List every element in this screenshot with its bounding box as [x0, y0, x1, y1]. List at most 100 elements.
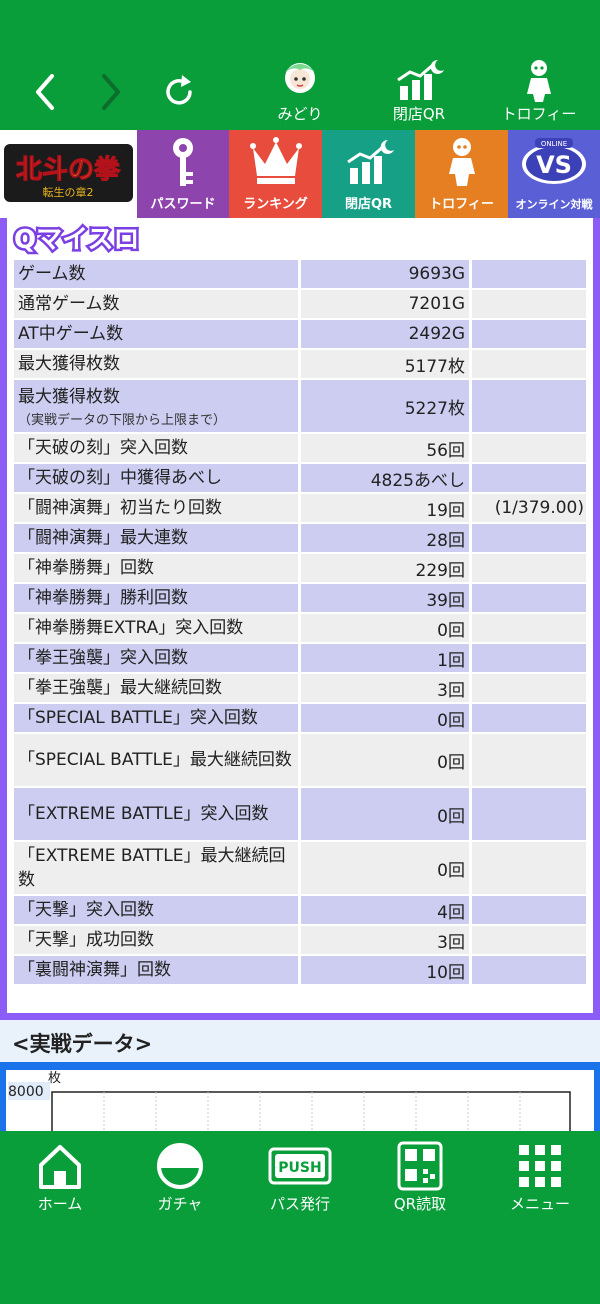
stat-value: 3回: [301, 926, 469, 954]
stat-label: 「SPECIAL BATTLE」最大継続回数: [18, 750, 292, 770]
stat-extra: [472, 434, 586, 462]
stat-extra: [472, 260, 586, 288]
stat-value: 3回: [301, 674, 469, 702]
stat-value: 56回: [301, 434, 469, 462]
stat-label: 「天撃」突入回数: [18, 900, 154, 920]
back-button[interactable]: [28, 70, 64, 114]
stat-label: 「天撃」成功回数: [18, 930, 154, 950]
chevron-left-icon: [36, 74, 54, 110]
trophy-figure-icon: [448, 138, 475, 186]
trophy-top-button[interactable]: トロフィー: [484, 58, 594, 126]
forward-button[interactable]: [92, 70, 128, 114]
closing-qr-top-label: 閉店QR: [392, 105, 446, 123]
chevron-right-icon: [102, 74, 120, 110]
vs-badge-icon: VS ONLINE: [522, 138, 586, 184]
stat-label-cell: 「EXTREME BATTLE」突入回数: [14, 788, 298, 840]
stat-label-cell: 最大獲得枚数 （実戦データの下限から上限まで）: [14, 380, 298, 432]
category-password-label: パスワード: [150, 197, 216, 212]
category-password[interactable]: パスワード: [137, 130, 229, 220]
stat-row: 「神拳勝舞EXTRA」突入回数 0回: [14, 614, 586, 642]
category-closing-qr[interactable]: 閉店QR: [322, 130, 415, 220]
qmyslo-logo: Qマイスロ: [10, 218, 160, 258]
stat-label: 「拳王強襲」最大継続回数: [18, 678, 222, 698]
trophy-figure-icon: [527, 60, 551, 102]
stat-row: 「闘神演舞」最大連数 28回: [14, 524, 586, 552]
stat-value: 10回: [301, 956, 469, 984]
stat-row: 「神拳勝舞」回数 229回: [14, 554, 586, 582]
category-ranking[interactable]: ランキング: [229, 130, 322, 220]
stat-value: 229回: [301, 554, 469, 582]
stat-row: 最大獲得枚数 5177枚: [14, 350, 586, 378]
gacha-button[interactable]: ガチャ: [125, 1139, 235, 1219]
stat-row: ゲーム数 9693G: [14, 260, 586, 288]
stat-label: 最大獲得枚数: [18, 354, 120, 374]
jissen-chart: 枚 8000: [6, 1070, 594, 1133]
stat-label-cell: 通常ゲーム数: [14, 290, 298, 318]
stat-label-cell: 「神拳勝舞」回数: [14, 554, 298, 582]
stat-extra: [472, 464, 586, 492]
stat-label: 「闘神演舞」初当たり回数: [18, 498, 222, 518]
trophy-top-label: トロフィー: [501, 105, 577, 123]
stat-label-cell: 「SPECIAL BATTLE」最大継続回数: [14, 734, 298, 786]
category-trophy-label: トロフィー: [429, 197, 494, 212]
stat-label-cell: 「裏闘神演舞」回数: [14, 956, 298, 984]
push-pass-icon: PUSH: [268, 1147, 332, 1185]
stat-row: 「SPECIAL BATTLE」突入回数 0回: [14, 704, 586, 732]
qmyslo-logo-icon: Qマイスロ: [12, 223, 142, 258]
jissen-data-title: <実戦データ>: [12, 1032, 153, 1056]
stat-value: 39回: [301, 584, 469, 612]
stat-label: ゲーム数: [18, 264, 86, 284]
crown-icon: [249, 137, 302, 184]
hokuto-logo-icon: 北斗の拳 転生の章2: [4, 144, 133, 202]
stat-label: 「裏闘神演舞」回数: [18, 960, 171, 980]
gacha-label: ガチャ: [157, 1195, 203, 1213]
stat-value: 2492G: [301, 320, 469, 348]
stat-row: 「拳王強襲」突入回数 1回: [14, 644, 586, 672]
qr-code-icon: [397, 1141, 443, 1191]
stat-label-cell: 「天撃」成功回数: [14, 926, 298, 954]
stat-extra: [472, 896, 586, 924]
stat-value: 9693G: [301, 260, 469, 288]
key-icon: [173, 138, 193, 186]
stat-label-cell: 「拳王強襲」突入回数: [14, 644, 298, 672]
stat-extra: [472, 674, 586, 702]
reload-button[interactable]: [160, 70, 200, 114]
stat-row: 「闘神演舞」初当たり回数 19回 (1/379.00): [14, 494, 586, 522]
midori-button[interactable]: みどり: [245, 58, 355, 126]
svg-text:VS: VS: [536, 151, 572, 179]
pass-issue-button[interactable]: PUSH パス発行: [245, 1139, 355, 1219]
stat-extra: [472, 956, 586, 984]
stat-value: 4825あべし: [301, 464, 469, 492]
top-nav-bar: みどり 閉店QR トロフィー: [0, 0, 600, 130]
category-trophy[interactable]: トロフィー: [415, 130, 508, 220]
stat-label-cell: 「闘神演舞」初当たり回数: [14, 494, 298, 522]
stat-value: 0回: [301, 734, 469, 786]
jissen-data-header: <実戦データ>: [0, 1020, 600, 1062]
bottom-nav-bar: ホーム ガチャ PUSH パス発行 QR読取 メニュー: [0, 1131, 600, 1304]
home-button[interactable]: ホーム: [5, 1139, 115, 1219]
stat-label: 最大獲得枚数: [18, 386, 120, 407]
stat-row: 「拳王強襲」最大継続回数 3回: [14, 674, 586, 702]
stat-value: 19回: [301, 494, 469, 522]
stat-row: 通常ゲーム数 7201G: [14, 290, 586, 318]
closing-qr-top-button[interactable]: 閉店QR: [364, 58, 474, 126]
stat-row: 「天破の刻」突入回数 56回: [14, 434, 586, 462]
stat-label-cell: 「闘神演舞」最大連数: [14, 524, 298, 552]
stats-table: ゲーム数 9693G 通常ゲーム数 7201G AT中ゲーム数 2492G 最大獲得枚数 51…: [14, 260, 586, 986]
game-logo[interactable]: 北斗の拳 転生の章2: [0, 130, 137, 220]
stat-label: 「闘神演舞」最大連数: [18, 528, 188, 548]
stat-label-cell: 「EXTREME BATTLE」最大継続回数: [14, 842, 298, 894]
stat-value: 0回: [301, 614, 469, 642]
stat-extra: [472, 842, 586, 894]
stat-extra: [472, 584, 586, 612]
stat-label: 通常ゲーム数: [18, 294, 120, 314]
menu-button[interactable]: メニュー: [485, 1139, 595, 1219]
stat-value: 5227枚: [301, 380, 469, 432]
stat-value: 0回: [301, 842, 469, 894]
grid-menu-icon: [519, 1145, 561, 1187]
stat-row: 「天破の刻」中獲得あべし 4825あべし: [14, 464, 586, 492]
qr-read-button[interactable]: QR読取: [365, 1139, 475, 1219]
stat-value: 4回: [301, 896, 469, 924]
category-online-battle[interactable]: VS ONLINE オンライン対戦: [508, 130, 600, 220]
stat-label: 「神拳勝舞EXTRA」突入回数: [18, 618, 244, 638]
